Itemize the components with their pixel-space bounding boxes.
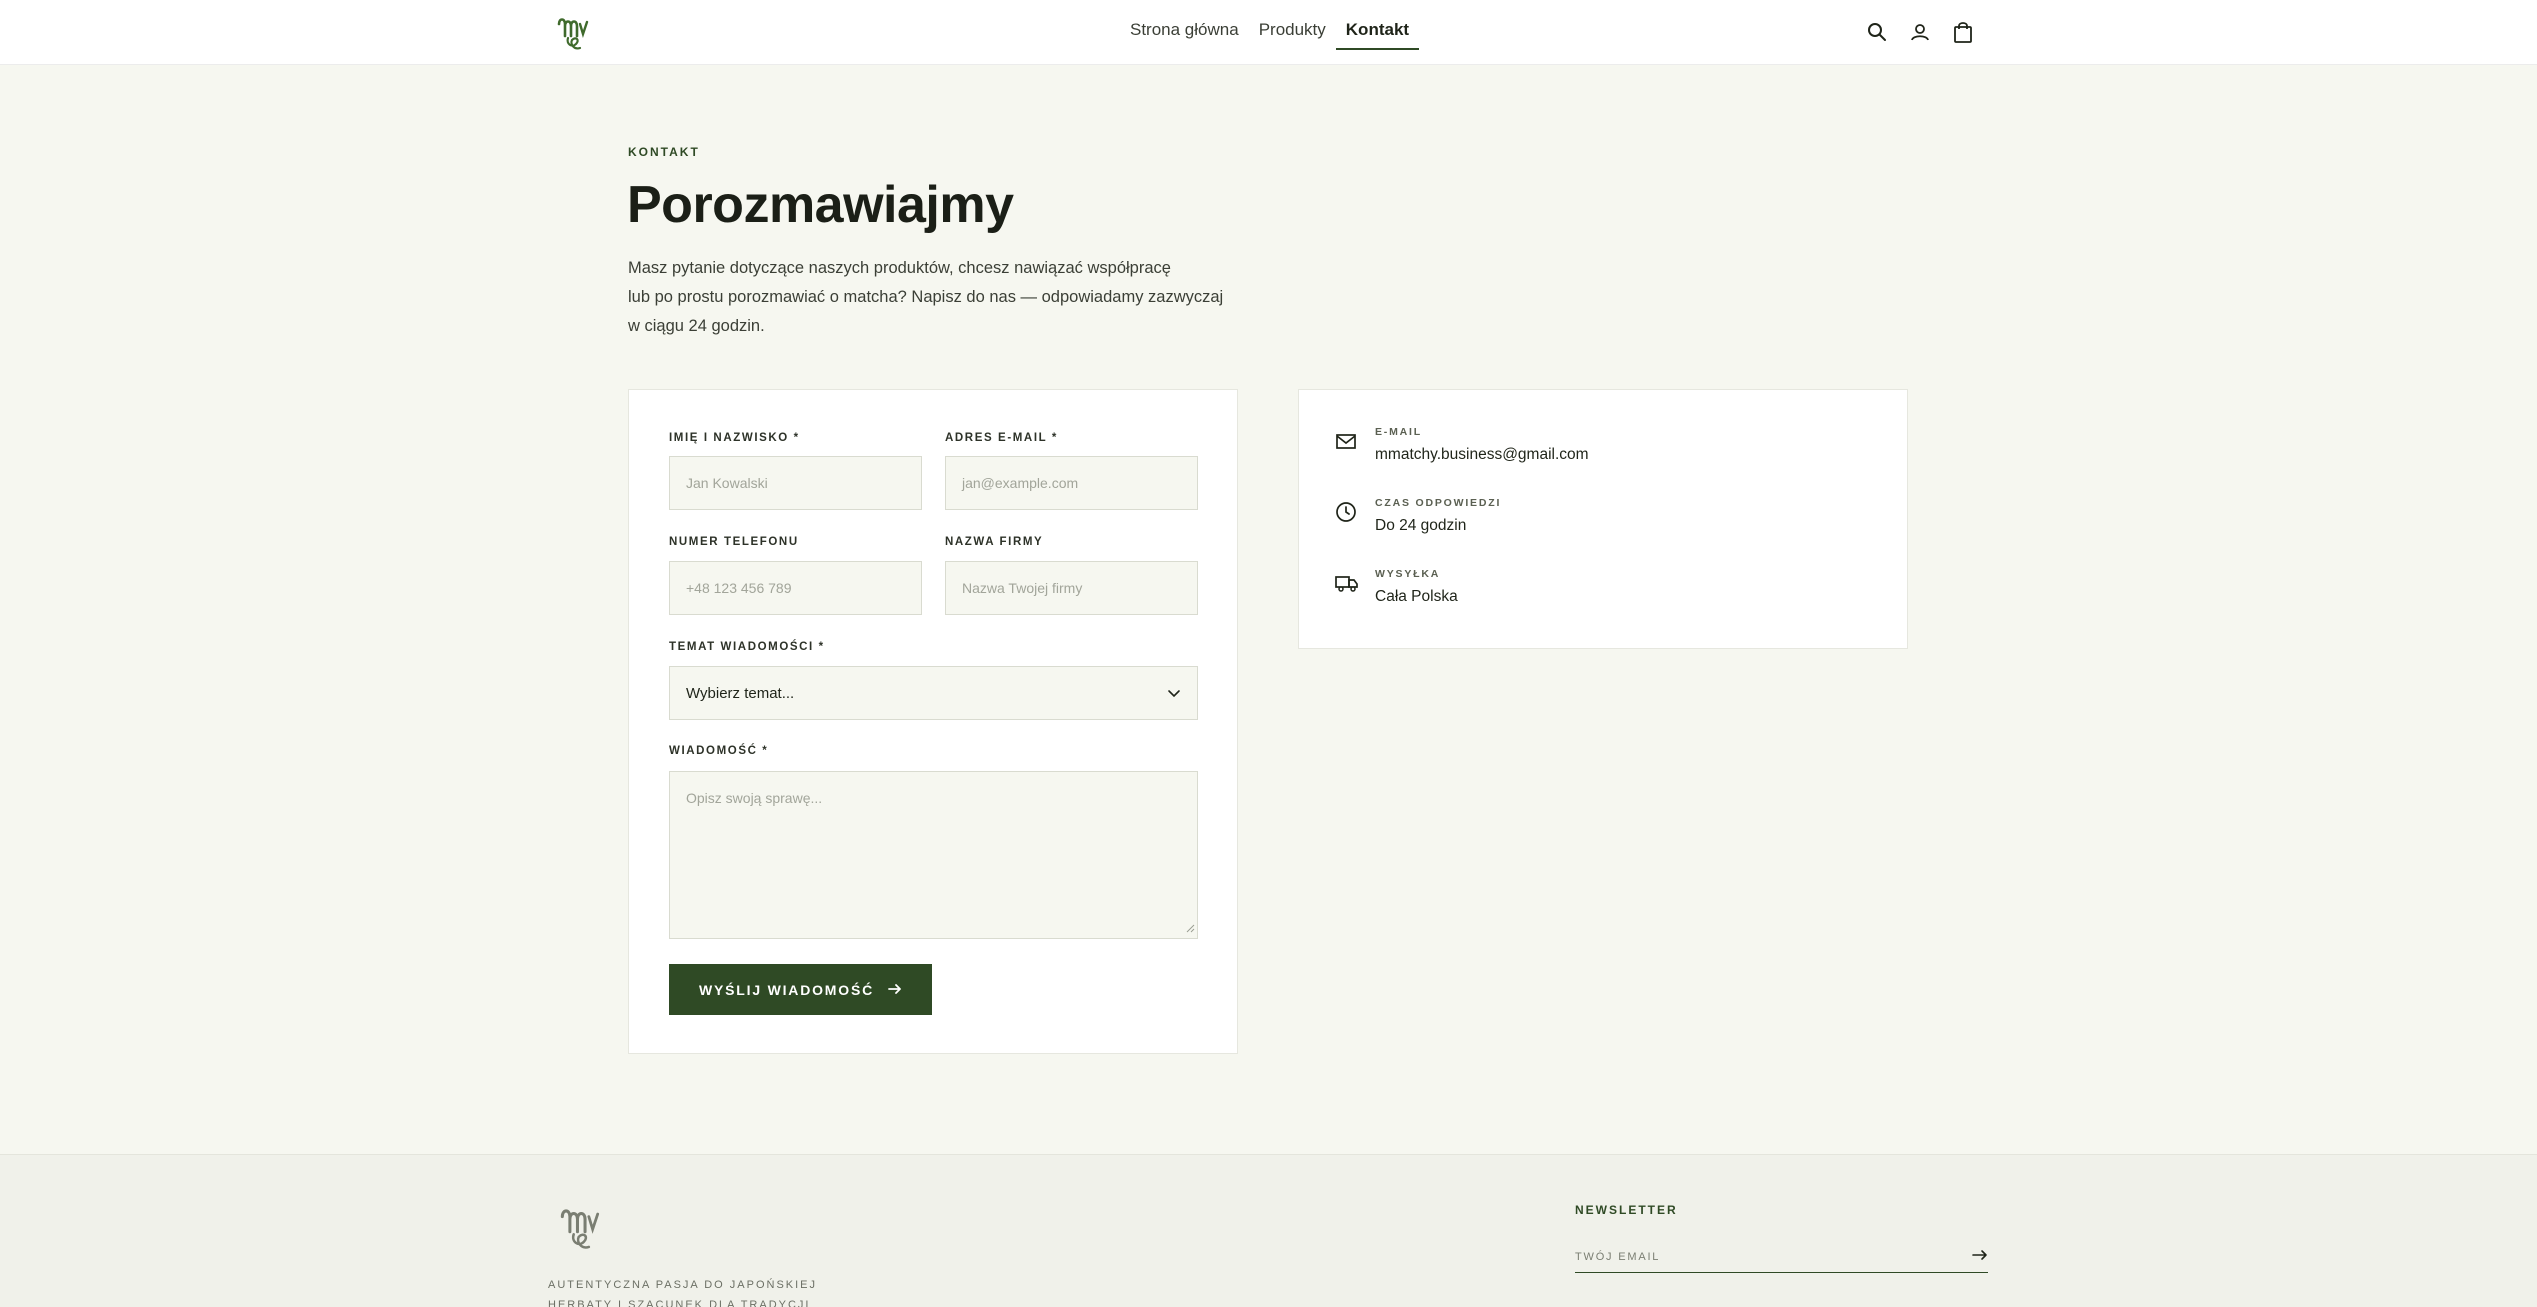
phone-label: NUMER TELEFONU — [669, 536, 799, 548]
account-icon[interactable] — [1909, 19, 1931, 45]
nav-item-contact[interactable]: Kontakt — [1335, 0, 1420, 50]
info-response-value: Do 24 godzin — [1375, 517, 1467, 534]
site-footer: AUTENTYCZNA PASJA DO JAPOŃSKIEJ HERBATY … — [0, 1154, 2537, 1307]
newsletter-title: NEWSLETTER — [1575, 1203, 1678, 1217]
intro-line: Masz pytanie dotyczące naszych produktów… — [628, 259, 1171, 277]
footer-logo[interactable] — [558, 1204, 602, 1252]
page-title: Porozmawiajmy — [627, 176, 1014, 234]
newsletter-email-input[interactable]: TWÓJ EMAIL — [1575, 1241, 1988, 1273]
contact-info-card: E-MAIL mmatchy.business@gmail.com CZAS O… — [1298, 389, 1908, 649]
clock-icon — [1335, 501, 1359, 525]
footer-tagline: AUTENTYCZNA PASJA DO JAPOŃSKIEJ HERBATY … — [548, 1275, 848, 1307]
contact-form: IMIĘ I NAZWISKO * Jan Kowalski ADRES E-M… — [628, 389, 1238, 1054]
info-response-label: CZAS ODPOWIEDZI — [1375, 497, 1502, 509]
info-email-value[interactable]: mmatchy.business@gmail.com — [1375, 446, 1589, 464]
page-eyebrow: KONTAKT — [628, 145, 700, 159]
resize-handle-icon[interactable] — [1185, 920, 1195, 936]
newsletter-placeholder: TWÓJ EMAIL — [1575, 1250, 1661, 1263]
mail-icon — [1335, 430, 1359, 454]
intro-line: w ciągu 24 godzin. — [628, 317, 765, 335]
intro-text: Masz pytanie dotyczące naszych produktów… — [628, 254, 1248, 341]
nav-item-home[interactable]: Strona główna — [1130, 0, 1239, 50]
topic-select[interactable]: Wybierz temat... — [669, 666, 1198, 720]
company-label: NAZWA FIRMY — [945, 536, 1044, 548]
header-actions — [1866, 19, 1974, 45]
site-header: Strona główna Produkty Kontakt — [0, 0, 2537, 65]
name-field[interactable]: Jan Kowalski — [669, 456, 922, 510]
topic-label: TEMAT WIADOMOŚCI * — [669, 641, 825, 653]
name-label: IMIĘ I NAZWISKO * — [669, 432, 800, 444]
main-nav: Strona główna Produkty Kontakt — [1130, 0, 1439, 65]
cart-icon[interactable] — [1952, 19, 1974, 45]
chevron-down-icon — [1167, 685, 1181, 702]
arrow-right-icon — [888, 982, 902, 998]
brand-logo[interactable] — [556, 14, 590, 52]
tagline-line: HERBATY I SZACUNEK DLA TRADYCJI — [548, 1299, 811, 1307]
send-message-label: WYŚLIJ WIADOMOŚĆ — [698, 981, 875, 998]
company-field[interactable]: Nazwa Twojej firmy — [945, 561, 1198, 615]
send-message-button[interactable]: WYŚLIJ WIADOMOŚĆ — [669, 964, 932, 1015]
nav-item-products[interactable]: Produkty — [1259, 0, 1326, 50]
message-placeholder: Opisz swoją sprawę... — [686, 790, 823, 806]
arrow-right-icon[interactable] — [1972, 1249, 1988, 1264]
intro-line: lub po prostu porozmawiać o matcha? Napi… — [628, 288, 1224, 306]
email-field[interactable]: jan@example.com — [945, 456, 1198, 510]
search-icon[interactable] — [1866, 19, 1888, 45]
message-label: WIADOMOŚĆ * — [669, 745, 769, 757]
email-label: ADRES E-MAIL * — [945, 432, 1058, 444]
truck-icon — [1335, 572, 1359, 596]
info-shipping-value: Cała Polska — [1375, 588, 1458, 605]
phone-field[interactable]: +48 123 456 789 — [669, 561, 922, 615]
message-field[interactable]: Opisz swoją sprawę... — [669, 771, 1198, 939]
tagline-line: AUTENTYCZNA PASJA DO JAPOŃSKIEJ — [548, 1279, 818, 1291]
info-email-label: E-MAIL — [1375, 426, 1422, 438]
topic-select-value: Wybierz temat... — [686, 684, 795, 702]
info-shipping-label: WYSYŁKA — [1375, 568, 1441, 580]
